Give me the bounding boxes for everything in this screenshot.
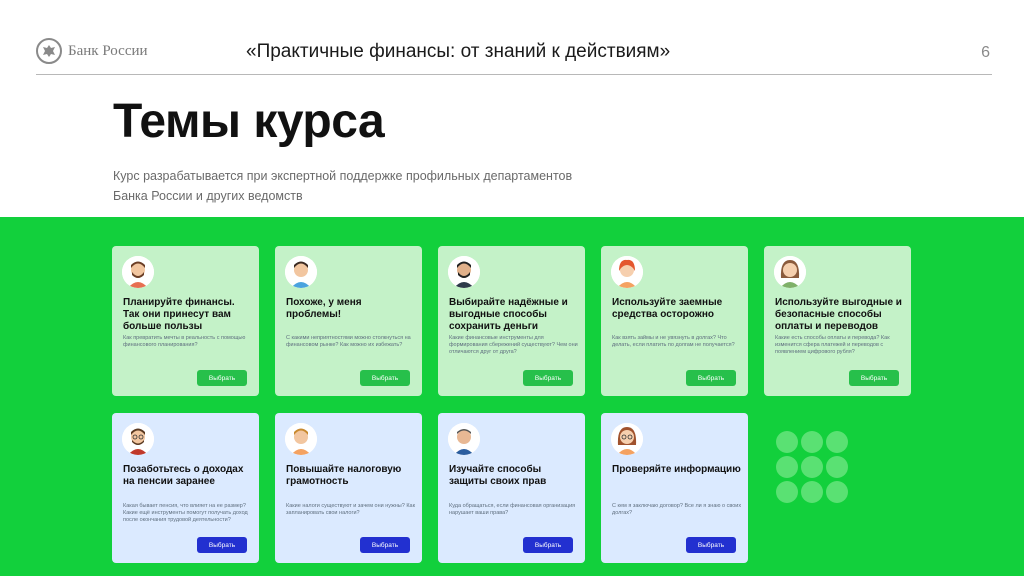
card-description: С какими неприятностями можно столкнутьс… xyxy=(286,335,411,348)
woman-glasses-avatar-icon xyxy=(611,423,643,455)
header-divider xyxy=(36,74,992,75)
select-button[interactable]: Выбрать xyxy=(686,370,736,386)
deck-title: «Практичные финансы: от знаний к действи… xyxy=(246,41,671,62)
card-title: Проверяйте информацию xyxy=(612,464,741,475)
card-title: Изучайте способы защиты своих прав xyxy=(449,464,547,487)
card-title: Используйте выгодные и безопасные способ… xyxy=(775,297,902,332)
subtitle-line: Банка России и других ведомств xyxy=(113,189,303,203)
decorative-dot xyxy=(801,431,823,453)
topic-card-information[interactable]: Проверяйте информацию С кем я заключаю д… xyxy=(601,413,748,563)
card-description: С кем я заключаю договор? Все ли я знаю … xyxy=(612,503,742,516)
decorative-dot xyxy=(776,431,798,453)
topic-card-rights[interactable]: Изучайте способы защиты своих прав Куда … xyxy=(438,413,585,563)
select-button[interactable]: Выбрать xyxy=(523,370,573,386)
select-button[interactable]: Выбрать xyxy=(197,537,247,553)
card-description: Какая бывает пенсия, что влияет на ее ра… xyxy=(123,503,248,523)
eagle-emblem-icon xyxy=(36,38,62,64)
woman-redhead-avatar-icon xyxy=(611,256,643,288)
select-button[interactable]: Выбрать xyxy=(360,537,410,553)
decorative-dot xyxy=(826,481,848,503)
select-button[interactable]: Выбрать xyxy=(686,537,736,553)
card-description: Куда обращаться, если финансовая организ… xyxy=(449,503,576,516)
topic-card-payments[interactable]: Используйте выгодные и безопасные способ… xyxy=(764,246,911,396)
card-description: Как превратить мечты в реальность с помо… xyxy=(123,335,246,348)
man-blond-avatar-icon xyxy=(285,423,317,455)
man-older-avatar-icon xyxy=(448,423,480,455)
topic-card-taxes[interactable]: Повышайте налоговую грамотность Какие на… xyxy=(275,413,422,563)
card-title: Выбирайте надёжные и выгодные способы со… xyxy=(449,297,568,332)
subtitle-line: Курс разрабатывается при экспертной подд… xyxy=(113,169,573,183)
page-subtitle: Курс разрабатывается при экспертной подд… xyxy=(113,166,633,206)
select-button[interactable]: Выбрать xyxy=(849,370,899,386)
bank-logo: Банк России xyxy=(36,38,148,64)
card-title: Повышайте налоговую грамотность xyxy=(286,464,402,487)
slide-header: Банк России «Практичные финансы: от знан… xyxy=(0,0,1024,80)
page-title: Темы курса xyxy=(113,95,385,148)
select-button[interactable]: Выбрать xyxy=(523,537,573,553)
woman-avatar-icon xyxy=(774,256,806,288)
topic-card-problems[interactable]: Похоже, у меня проблемы! С какими неприя… xyxy=(275,246,422,396)
topic-card-planning[interactable]: Планируйте финансы. Так они принесут вам… xyxy=(112,246,259,396)
card-title: Позаботьтесь о доходах на пенсии заранее xyxy=(123,464,244,487)
decorative-dot xyxy=(776,481,798,503)
page-number: 6 xyxy=(981,44,990,61)
decorative-dot xyxy=(826,456,848,478)
select-button[interactable]: Выбрать xyxy=(197,370,247,386)
decorative-dot xyxy=(801,456,823,478)
topic-card-loans[interactable]: Используйте заемные средства осторожно К… xyxy=(601,246,748,396)
topic-card-pension[interactable]: Позаботьтесь о доходах на пенсии заранее… xyxy=(112,413,259,563)
card-description: Какие есть способы оплаты и перевода? Ка… xyxy=(775,335,890,355)
man-glasses-avatar-icon xyxy=(122,423,154,455)
man-avatar-icon xyxy=(285,256,317,288)
decorative-dot xyxy=(776,456,798,478)
decorative-dot xyxy=(826,431,848,453)
card-description: Какие финансовые инструменты для формиро… xyxy=(449,335,578,355)
decorative-dot-grid xyxy=(776,431,852,503)
card-description: Какие налоги существуют и зачем они нужн… xyxy=(286,503,416,516)
card-title: Похоже, у меня проблемы! xyxy=(286,297,362,320)
man-beard-avatar-icon xyxy=(122,256,154,288)
select-button[interactable]: Выбрать xyxy=(360,370,410,386)
bank-logo-text: Банк России xyxy=(68,42,148,59)
card-title: Используйте заемные средства осторожно xyxy=(612,297,723,320)
man-dark-beard-avatar-icon xyxy=(448,256,480,288)
card-description: Как взять займы и не увязнуть в долгах? … xyxy=(612,335,735,348)
topic-card-savings[interactable]: Выбирайте надёжные и выгодные способы со… xyxy=(438,246,585,396)
card-title: Планируйте финансы. Так они принесут вам… xyxy=(123,297,235,332)
decorative-dot xyxy=(801,481,823,503)
